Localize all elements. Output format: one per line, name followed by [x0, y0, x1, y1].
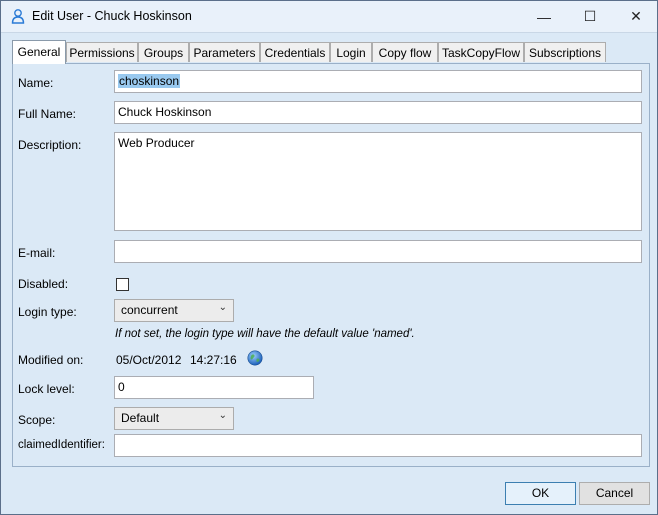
name-field[interactable]: choskinson: [114, 70, 642, 93]
close-icon: ✕: [630, 8, 642, 24]
logintype-value: concurrent: [121, 303, 178, 317]
disabled-checkbox[interactable]: [116, 278, 129, 291]
modified-date: 05/Oct/2012: [116, 353, 182, 367]
minimize-icon: —: [537, 8, 551, 25]
window-title: Edit User - Chuck Hoskinson: [32, 9, 192, 23]
user-icon: [11, 9, 25, 24]
fullname-label: Full Name:: [18, 107, 77, 121]
email-field[interactable]: [114, 240, 642, 263]
ok-label: OK: [531, 486, 550, 500]
fullname-field[interactable]: Chuck Hoskinson: [114, 101, 642, 124]
claimed-field[interactable]: [114, 434, 642, 457]
maximize-icon: ☐: [583, 8, 597, 24]
logintype-hint: If not set, the login type will have the…: [115, 328, 415, 340]
locklevel-label: Lock level:: [18, 382, 75, 396]
email-label: E-mail:: [18, 246, 56, 260]
tab-subscriptions[interactable]: Subscriptions: [524, 42, 606, 62]
tab-credentials[interactable]: Credentials: [260, 42, 330, 62]
modified-time: 14:27:16: [190, 353, 237, 367]
logintype-label: Login type:: [18, 305, 77, 319]
modified-label: Modified on:: [18, 353, 84, 367]
tab-general[interactable]: General: [12, 40, 66, 64]
claimed-label: claimedIdentifier:: [18, 439, 105, 451]
description-label: Description:: [18, 138, 82, 152]
chevron-down-icon: ⌄: [218, 410, 227, 421]
tab-groups[interactable]: Groups: [138, 42, 189, 62]
tab-copy-flow[interactable]: Copy flow: [372, 42, 438, 62]
scope-label: Scope:: [18, 413, 56, 427]
minimize-button[interactable]: —: [521, 1, 567, 32]
tab-taskcopyflow[interactable]: TaskCopyFlow: [438, 42, 524, 62]
maximize-button[interactable]: ☐: [567, 1, 613, 32]
tab-login[interactable]: Login: [330, 42, 372, 62]
name-value: choskinson: [118, 74, 181, 88]
cancel-button[interactable]: Cancel: [579, 482, 650, 505]
globe-icon[interactable]: [247, 350, 263, 366]
scope-select[interactable]: Default ⌄: [114, 407, 234, 430]
locklevel-field[interactable]: 0: [114, 376, 314, 399]
title-bar[interactable]: Edit User - Chuck Hoskinson — ☐ ✕: [1, 1, 657, 33]
scope-value: Default: [121, 411, 160, 425]
tab-parameters[interactable]: Parameters: [189, 42, 260, 62]
chevron-down-icon: ⌄: [218, 302, 227, 313]
close-button[interactable]: ✕: [613, 1, 658, 32]
description-field[interactable]: Web Producer: [114, 132, 642, 231]
disabled-label: Disabled:: [18, 277, 69, 291]
logintype-select[interactable]: concurrent ⌄: [114, 299, 234, 322]
ok-button[interactable]: OK: [505, 482, 576, 505]
edit-user-dialog: Edit User - Chuck Hoskinson — ☐ ✕ Genera…: [0, 0, 658, 515]
name-label: Name:: [18, 76, 54, 90]
tab-permissions[interactable]: Permissions: [66, 42, 138, 62]
